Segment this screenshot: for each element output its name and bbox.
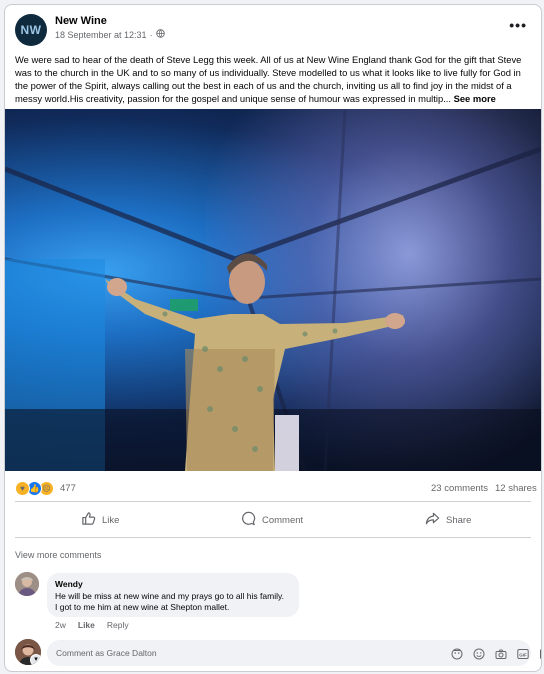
shares-count[interactable]: 12 shares <box>495 483 537 494</box>
page-avatar[interactable]: NW <box>15 14 47 46</box>
stage-scene-image <box>5 109 541 471</box>
comment-reply-link[interactable]: Reply <box>107 620 129 630</box>
comment-bubble: Wendy He will be miss at new wine and my… <box>47 573 299 617</box>
comment-time-link[interactable]: 2w <box>55 620 66 630</box>
divider-bottom <box>15 537 531 538</box>
post-body: We were sad to hear of the death of Stev… <box>15 54 522 104</box>
meta-separator: · <box>149 29 153 40</box>
post-date-link[interactable]: 18 September at 12:31 <box>55 30 147 40</box>
comment-text-line: I got to me him at new wine at Shepton m… <box>55 602 230 612</box>
post-text: We were sad to hear of the death of Stev… <box>15 53 531 105</box>
page-avatar-text: NW <box>20 23 42 37</box>
svg-text:GIF: GIF <box>519 652 527 657</box>
chevron-down-icon[interactable]: ▾ <box>30 654 41 665</box>
like-label: Like <box>102 514 120 526</box>
commenter-name-link[interactable]: Wendy <box>55 579 83 589</box>
divider-top <box>15 501 531 502</box>
comment-bubble-icon <box>241 511 256 529</box>
more-options-icon[interactable]: ••• <box>509 17 527 33</box>
comment-input[interactable]: Comment as Grace Dalton GIF <box>47 640 541 666</box>
comment-like-link[interactable]: Like <box>78 620 95 630</box>
post-header: NW New Wine 18 September at 12:31 · ••• <box>5 5 541 49</box>
thumbs-up-icon <box>81 511 96 529</box>
post-card: NW New Wine 18 September at 12:31 · ••• … <box>4 4 542 672</box>
avatar-sticker-icon[interactable] <box>451 647 463 660</box>
comments-count[interactable]: 23 comments <box>431 483 488 494</box>
comment-button[interactable]: Comment <box>241 511 303 529</box>
comment-meta: 2w Like Reply <box>55 620 129 630</box>
post-photo[interactable] <box>5 109 541 471</box>
reactions-row: ♥ 👍 ☹ 477 23 comments 12 shares <box>5 477 541 499</box>
share-arrow-icon <box>425 511 440 529</box>
like-button[interactable]: Like <box>81 511 119 529</box>
reaction-count[interactable]: 477 <box>60 483 76 494</box>
current-user-avatar[interactable]: ▾ <box>15 639 41 665</box>
comment-input-placeholder: Comment as Grace Dalton <box>56 648 157 658</box>
post-meta: 18 September at 12:31 · <box>55 29 165 40</box>
comment-label: Comment <box>262 514 304 526</box>
comment-avatar[interactable] <box>15 572 39 596</box>
post-actions: Like Comment Share <box>5 505 541 533</box>
page-name-link[interactable]: New Wine <box>55 15 107 27</box>
comment-text-line: He will be miss at new wine and my prays… <box>55 591 284 601</box>
sticker-icon[interactable] <box>539 647 541 659</box>
share-label: Share <box>446 514 472 526</box>
emoji-icon[interactable] <box>473 647 485 660</box>
see-more-link[interactable]: See more <box>454 93 496 104</box>
share-button[interactable]: Share <box>425 511 471 529</box>
globe-icon <box>155 29 165 40</box>
comment-text: He will be miss at new wine and my prays… <box>55 591 295 613</box>
view-more-comments-link[interactable]: View more comments <box>15 550 101 560</box>
gif-icon[interactable]: GIF <box>517 647 529 659</box>
care-emoji-icon[interactable]: ♥ <box>15 481 30 496</box>
